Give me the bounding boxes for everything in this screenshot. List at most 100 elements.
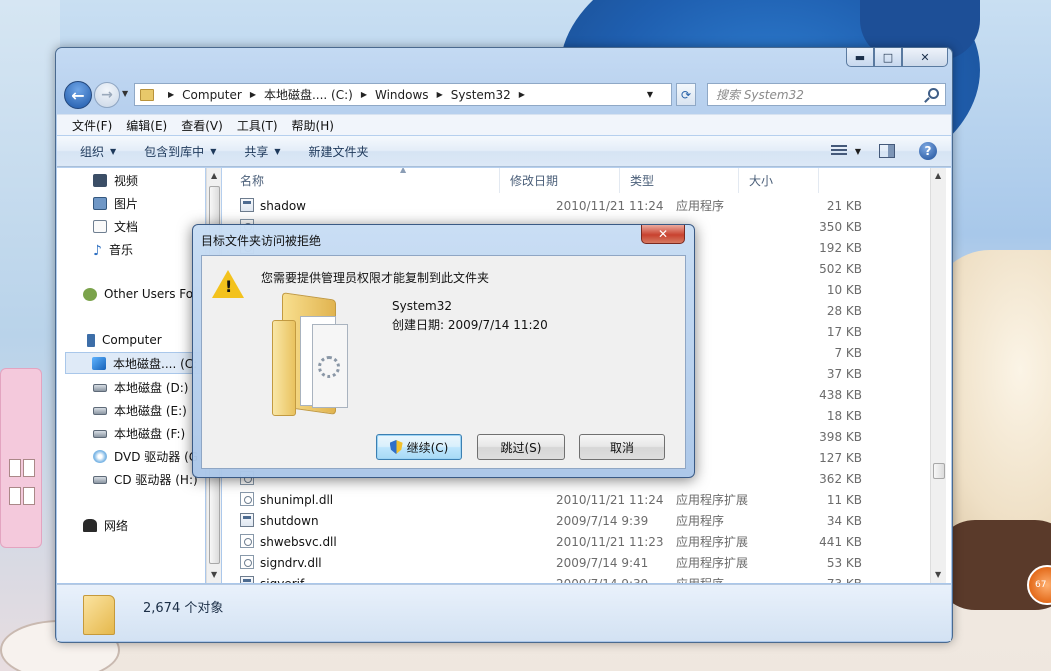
file-size: 398 KB — [819, 429, 862, 444]
forward-button[interactable]: → — [94, 82, 120, 108]
scrollbar-thumb[interactable] — [933, 463, 945, 479]
sidebar-item-drive-f[interactable]: 本地磁盘 (F:) — [93, 425, 185, 442]
video-icon — [93, 174, 107, 187]
file-name: shwebsvc.dll — [260, 534, 337, 549]
file-name: shutdown — [260, 513, 319, 528]
skip-label: 跳过(S) — [500, 440, 542, 455]
close-button[interactable]: ✕ — [902, 48, 948, 67]
sidebar-item-documents[interactable]: 文档 — [93, 218, 138, 235]
sidebar-item-drive-e[interactable]: 本地磁盘 (E:) — [93, 402, 187, 419]
back-button[interactable]: ← — [64, 81, 92, 109]
include-in-library-button[interactable]: 包含到库中 ▼ — [144, 143, 216, 160]
column-header-date[interactable]: 修改日期 — [500, 168, 620, 193]
menu-help[interactable]: 帮助(H) — [292, 117, 334, 134]
gear-icon — [318, 356, 340, 378]
file-date: 2009/7/14 9:39 — [556, 513, 649, 528]
folder-icon — [83, 595, 115, 635]
help-icon[interactable]: ? — [919, 142, 937, 160]
table-row[interactable]: shunimpl.dll 2010/11/21 11:24 应用程序扩展 11 KB — [222, 489, 932, 510]
menu-edit[interactable]: 编辑(E) — [126, 117, 167, 134]
file-list-scrollbar[interactable]: ▲ ▼ — [930, 168, 946, 583]
column-header-size[interactable]: 大小 — [739, 168, 819, 193]
table-row[interactable]: shutdown 2009/7/14 9:39 应用程序 34 KB — [222, 510, 932, 531]
sidebar-item-videos[interactable]: 视频 — [93, 172, 138, 189]
file-size: 362 KB — [819, 471, 862, 486]
menu-view[interactable]: 查看(V) — [181, 117, 223, 134]
scroll-down-icon[interactable]: ▼ — [211, 570, 217, 579]
sidebar-item-label: 本地磁盘 (F:) — [114, 427, 186, 441]
dialog-close-button[interactable]: ✕ — [641, 225, 685, 244]
refresh-icon: ⟳ — [680, 87, 692, 102]
breadcrumb-windows[interactable]: Windows — [375, 88, 429, 102]
table-row[interactable]: shadow 2010/11/21 11:24 应用程序 21 KB — [222, 195, 932, 216]
sidebar-item-music[interactable]: ♪ 音乐 — [93, 241, 133, 259]
organize-button[interactable]: 组织 ▼ — [80, 143, 116, 160]
file-size: 18 KB — [826, 408, 862, 423]
view-options-icon[interactable] — [830, 145, 847, 157]
scroll-down-icon[interactable]: ▼ — [935, 570, 941, 579]
menu-tools[interactable]: 工具(T) — [237, 117, 278, 134]
sidebar-item-homegroup[interactable]: Other Users Fo — [83, 287, 193, 301]
continue-button[interactable]: 继续(C) — [376, 434, 462, 460]
chevron-down-icon[interactable]: ▼ — [647, 90, 653, 99]
file-size: 73 KB — [795, 577, 862, 584]
scroll-up-icon[interactable]: ▲ — [935, 171, 941, 180]
cancel-button[interactable]: 取消 — [579, 434, 665, 460]
chevron-down-icon[interactable]: ▼ — [855, 147, 861, 156]
preview-pane-icon[interactable] — [879, 144, 895, 158]
table-row[interactable]: sigverif 2009/7/14 9:39 应用程序 73 KB — [222, 573, 932, 583]
table-row[interactable]: signdrv.dll 2009/7/14 9:41 应用程序扩展 53 KB — [222, 552, 932, 573]
chevron-down-icon: ▼ — [274, 146, 281, 156]
file-size: 11 KB — [826, 492, 862, 507]
recent-pages-button[interactable]: ▼ — [122, 89, 128, 98]
file-date: 2009/7/14 9:39 — [556, 577, 648, 584]
share-button[interactable]: 共享 ▼ — [244, 143, 280, 160]
documents-icon — [93, 220, 107, 233]
sidebar-item-network[interactable]: 网络 — [83, 517, 128, 534]
file-size: 127 KB — [819, 450, 862, 465]
include-in-library-label: 包含到库中 — [144, 144, 205, 159]
breadcrumb-drive-c[interactable]: 本地磁盘.... (C:) — [264, 86, 353, 103]
sidebar-item-pictures[interactable]: 图片 — [93, 195, 138, 212]
search-icon[interactable] — [928, 88, 939, 99]
refresh-button[interactable]: ⟳ — [676, 83, 696, 106]
maximize-button[interactable]: □ — [874, 48, 902, 67]
column-header-name[interactable]: 名称 ▲ — [230, 168, 500, 193]
table-row[interactable]: shwebsvc.dll 2010/11/21 11:23 应用程序扩展 441 KB — [222, 531, 932, 552]
file-type: 应用程序 — [676, 575, 724, 583]
breadcrumb-system32[interactable]: System32 — [451, 88, 511, 102]
new-folder-label: 新建文件夹 — [308, 144, 369, 159]
breadcrumb-separator-icon[interactable]: ▶ — [437, 90, 443, 99]
sidebar-item-drive-c[interactable]: 本地磁盘.... (C: — [65, 352, 205, 374]
sidebar-item-drive-d[interactable]: 本地磁盘 (D:) — [93, 379, 188, 396]
sidebar-item-dvd-g[interactable]: DVD 驱动器 (G — [93, 448, 198, 465]
breadcrumb-separator-icon[interactable]: ▶ — [250, 90, 256, 99]
sidebar-item-label: 本地磁盘 (D:) — [114, 381, 189, 395]
file-type: 应用程序扩展 — [676, 556, 749, 570]
new-folder-button[interactable]: 新建文件夹 — [309, 143, 369, 160]
minimize-button[interactable]: ▬ — [846, 48, 874, 67]
file-name: shunimpl.dll — [260, 492, 334, 507]
address-bar[interactable]: ▶ Computer ▶ 本地磁盘.... (C:) ▶ Windows ▶ S… — [134, 83, 672, 106]
wallpaper-left-art — [0, 0, 60, 671]
breadcrumb-separator-icon[interactable]: ▶ — [519, 90, 525, 99]
continue-label: 继续(C) — [406, 440, 449, 455]
scroll-up-icon[interactable]: ▲ — [211, 171, 217, 180]
sidebar-item-label: 音乐 — [108, 243, 133, 257]
pictures-icon — [93, 197, 107, 210]
menu-file[interactable]: 文件(F) — [72, 117, 112, 134]
file-size: 17 KB — [826, 324, 862, 339]
sidebar-item-computer[interactable]: Computer — [87, 333, 162, 347]
usb-port-icon — [9, 487, 21, 505]
breadcrumb-separator-icon[interactable]: ▶ — [361, 90, 367, 99]
sidebar-item-label: Other Users Fo — [104, 287, 194, 301]
breadcrumb-computer[interactable]: Computer — [182, 88, 242, 102]
sidebar-item-cd-h[interactable]: CD 驱动器 (H:) — [93, 471, 198, 488]
toolbar-right-group: ▼ ? — [830, 142, 937, 160]
skip-button[interactable]: 跳过(S) — [477, 434, 565, 460]
sidebar-item-label: DVD 驱动器 (G — [114, 450, 199, 464]
column-header-type[interactable]: 类型 — [620, 168, 739, 193]
file-date: 2010/11/21 11:24 — [556, 198, 664, 213]
search-input[interactable]: 搜索 System32 — [707, 83, 946, 106]
dll-file-icon — [240, 492, 254, 506]
